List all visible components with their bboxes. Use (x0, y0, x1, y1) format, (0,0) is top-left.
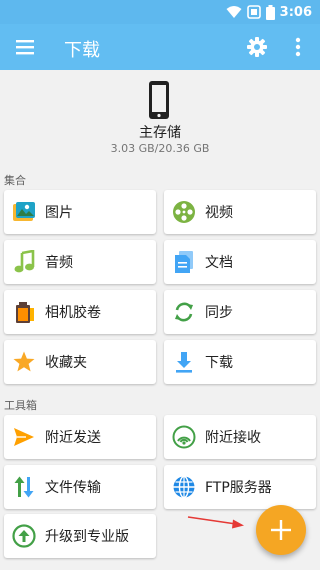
transfer-icon (11, 474, 37, 500)
collection-audio[interactable]: 音频 (4, 240, 156, 284)
collection-documents[interactable]: 文档 (164, 240, 316, 284)
music-note-icon (11, 249, 37, 275)
tool-upgrade-pro[interactable]: 升级到专业版 (4, 514, 156, 558)
collection-label: 下载 (205, 355, 233, 371)
tool-label: 升级到专业版 (45, 529, 129, 545)
app-bar: 下载 (0, 24, 320, 70)
sim-card-icon (246, 5, 261, 19)
collection-camera-roll[interactable]: 相机胶卷 (4, 290, 156, 334)
plus-icon (271, 520, 291, 540)
more-vert-icon (295, 37, 301, 57)
tool-ftp-server[interactable]: FTP服务器 (164, 465, 316, 509)
more-options-button[interactable] (288, 34, 308, 60)
storage-usage: 3.03 GB/20.36 GB (110, 142, 210, 155)
camera-roll-icon (11, 299, 37, 325)
film-reel-icon (171, 199, 197, 225)
section-label-toolbox: 工具箱 (4, 399, 37, 412)
battery-icon (265, 4, 275, 20)
tool-label: 附近发送 (45, 430, 101, 446)
menu-button[interactable] (12, 34, 38, 60)
tool-label: FTP服务器 (205, 480, 272, 496)
tool-nearby-receive[interactable]: 附近接收 (164, 415, 316, 459)
section-label-collections: 集合 (4, 174, 26, 187)
star-icon (11, 349, 37, 375)
collection-label: 文档 (205, 255, 233, 271)
collection-downloads[interactable]: 下载 (164, 340, 316, 384)
collection-label: 收藏夹 (45, 355, 87, 371)
document-icon (171, 249, 197, 275)
send-icon (11, 424, 37, 450)
status-time: 3:06 (279, 4, 312, 20)
storage-name: 主存储 (139, 125, 181, 141)
wifi-icon (226, 6, 242, 18)
tool-label: 文件传输 (45, 480, 101, 496)
pictures-icon (11, 199, 37, 225)
collection-label: 相机胶卷 (45, 305, 101, 321)
collection-label: 图片 (45, 205, 73, 221)
red-arrow-icon (187, 516, 244, 529)
collection-label: 同步 (205, 305, 233, 321)
collection-label: 视频 (205, 205, 233, 221)
collection-videos[interactable]: 视频 (164, 190, 316, 234)
upgrade-icon (11, 523, 37, 549)
collection-favorites[interactable]: 收藏夹 (4, 340, 156, 384)
storage-summary[interactable]: 主存储 3.03 GB/20.36 GB (0, 72, 320, 162)
settings-button[interactable] (244, 34, 270, 60)
phone-icon (149, 81, 169, 119)
tool-label: 附近接收 (205, 430, 261, 446)
gear-icon (247, 37, 267, 57)
hamburger-menu-icon (16, 40, 34, 55)
tool-file-transfer[interactable]: 文件传输 (4, 465, 156, 509)
status-bar: 3:06 (0, 0, 320, 24)
status-icons: 3:06 (226, 2, 312, 22)
collection-pictures[interactable]: 图片 (4, 190, 156, 234)
add-fab-button[interactable] (256, 505, 306, 555)
download-icon (171, 349, 197, 375)
tool-nearby-send[interactable]: 附近发送 (4, 415, 156, 459)
receive-signal-icon (171, 424, 197, 450)
collection-sync[interactable]: 同步 (164, 290, 316, 334)
sync-icon (171, 299, 197, 325)
page-title: 下载 (64, 40, 100, 61)
collection-label: 音频 (45, 255, 73, 271)
globe-icon (171, 474, 197, 500)
